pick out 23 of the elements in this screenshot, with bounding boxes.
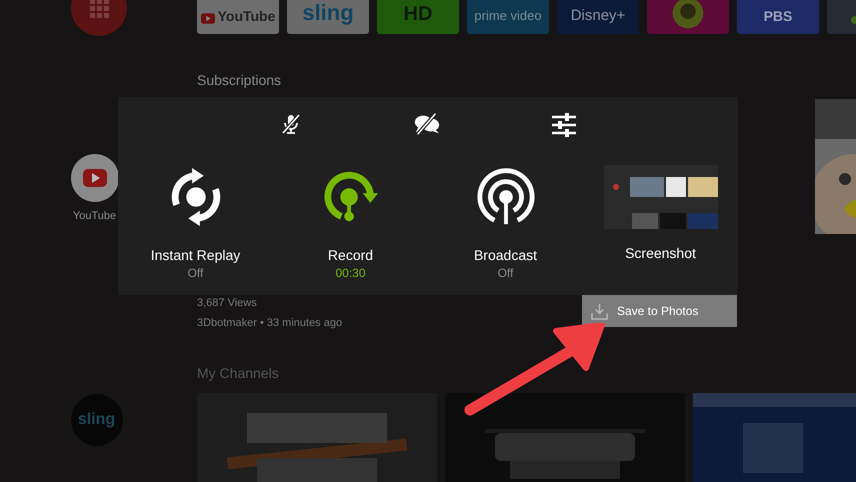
feature-button[interactable]: Record 00:30 (273, 155, 428, 280)
feature-button[interactable]: Instant Replay Off (118, 155, 273, 280)
app-tile[interactable]: prime video (467, 0, 549, 34)
status-text: Off (188, 266, 204, 280)
chat-off-icon[interactable] (413, 112, 441, 136)
app-tile[interactable]: Disney+ (557, 0, 639, 34)
view-count: 3,687 Views (197, 297, 258, 309)
app-tile[interactable]: PBS (737, 0, 819, 34)
video-meta: 3Dbotmaker • 33 minutes ago (197, 317, 344, 329)
youtube-icon[interactable] (70, 154, 118, 202)
sliders-icon[interactable] (551, 112, 577, 138)
app-tile[interactable]: YouTube (197, 0, 279, 34)
channel-label: YouTube (72, 210, 116, 222)
save-to-photos-button[interactable]: Save to Photos (582, 295, 737, 327)
download-icon (591, 302, 608, 320)
status-text: 00:30 (335, 266, 366, 280)
feature-button[interactable]: Broadcast Off (428, 155, 583, 280)
section-title: My Channels (197, 365, 280, 383)
status-text: Off (498, 266, 514, 280)
section-title: Subscriptions (197, 72, 282, 90)
feature-button[interactable]: Screenshot (583, 155, 738, 280)
cartoon-icon (671, 0, 705, 30)
play-icon (200, 13, 215, 24)
